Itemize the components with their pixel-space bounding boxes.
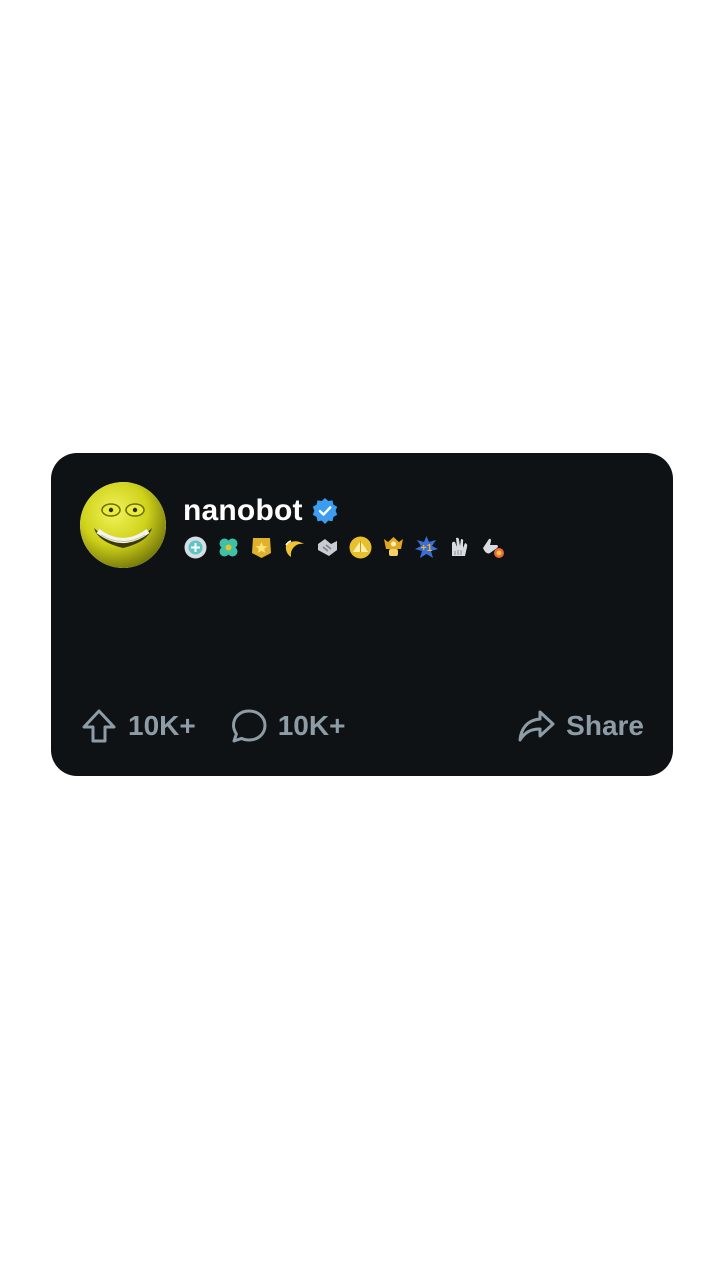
avatar[interactable] — [80, 482, 166, 568]
achievement-badges: +1 — [183, 534, 505, 560]
handshake-badge-icon[interactable] — [315, 535, 340, 560]
clap-badge-icon[interactable] — [447, 535, 472, 560]
share-button[interactable]: Share — [516, 707, 644, 745]
banana-badge-icon[interactable] — [282, 535, 307, 560]
arrow-up-icon — [82, 709, 116, 743]
share-label: Share — [566, 710, 644, 741]
upvote-count: 10K+ — [128, 710, 196, 741]
username[interactable]: nanobot — [183, 494, 303, 528]
comment-count: 10K+ — [277, 710, 346, 741]
comment-bubble-icon — [231, 709, 267, 743]
gold-trophy-badge-icon[interactable] — [381, 535, 406, 560]
post-card: nanobot +1 10K+ 10K+ Share — [51, 453, 673, 776]
svg-text:+1: +1 — [421, 543, 433, 554]
gold-pyramid-badge-icon[interactable] — [348, 535, 373, 560]
smiley-avatar-icon — [80, 482, 166, 568]
share-arrow-icon — [518, 710, 555, 742]
gold-star-badge-icon[interactable] — [249, 535, 274, 560]
teal-gem-badge-icon[interactable] — [183, 535, 208, 560]
upvote-button[interactable]: 10K+ — [80, 707, 196, 745]
clover-badge-icon[interactable] — [216, 535, 241, 560]
comments-button[interactable]: 10K+ — [230, 707, 346, 745]
post-actions: 10K+ 10K+ Share — [80, 703, 644, 749]
verified-badge-icon — [311, 497, 339, 525]
rocket-hand-badge-icon[interactable] — [480, 535, 505, 560]
plus-one-badge-icon[interactable]: +1 — [414, 535, 439, 560]
post-header: nanobot — [183, 491, 339, 531]
